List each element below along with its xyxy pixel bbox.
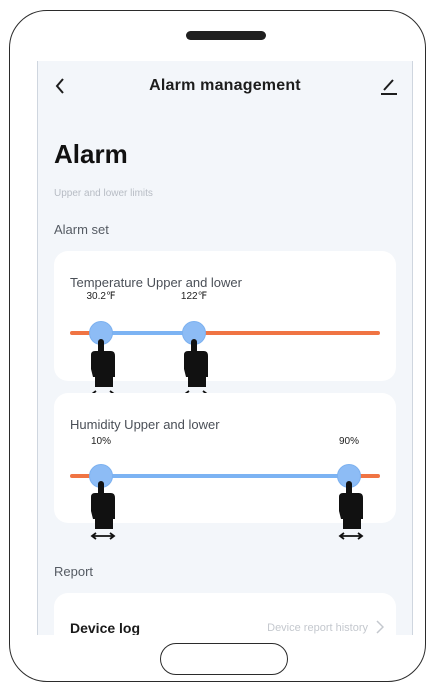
humidity-track-range — [101, 474, 349, 478]
report-label: Report — [54, 564, 94, 579]
temperature-low-value: 30.2℉ — [86, 291, 116, 302]
humidity-slider[interactable]: 10% 90% — [54, 393, 396, 540]
device-report-history-link[interactable]: Device report history — [267, 622, 368, 634]
chevron-right-icon — [376, 620, 384, 634]
nav-title: Alarm management — [149, 77, 301, 94]
page-title: Alarm — [54, 139, 128, 169]
temperature-card: Temperature Upper and lower 30.2℉ 122℉ — [54, 251, 396, 398]
speaker-slot — [186, 31, 266, 40]
drag-hand-icon — [338, 481, 364, 540]
alarm-set-label: Alarm set — [54, 222, 109, 237]
device-log-title: Device log — [70, 620, 141, 635]
humidity-high-value: 90% — [338, 436, 359, 447]
nav-bar: Alarm management — [38, 61, 412, 111]
temperature-track-above — [194, 331, 380, 335]
app-screen: Alarm management Alarm Upper and lower l… — [37, 61, 413, 635]
drag-hand-icon — [183, 339, 209, 398]
humidity-low-value: 10% — [90, 436, 111, 447]
device-log-row[interactable]: Device log Device report history — [54, 593, 396, 635]
temperature-high-value: 122℉ — [180, 291, 208, 302]
humidity-card: Humidity Upper and lower 10% 90% — [54, 393, 396, 540]
temperature-slider[interactable]: 30.2℉ 122℉ — [54, 251, 396, 398]
drag-hand-icon — [90, 339, 116, 398]
temperature-track-range — [101, 331, 194, 335]
drag-hand-icon — [90, 481, 116, 540]
pencil-icon[interactable] — [380, 76, 398, 96]
home-button[interactable] — [160, 643, 288, 675]
page-subtitle: Upper and lower limits — [54, 188, 153, 199]
